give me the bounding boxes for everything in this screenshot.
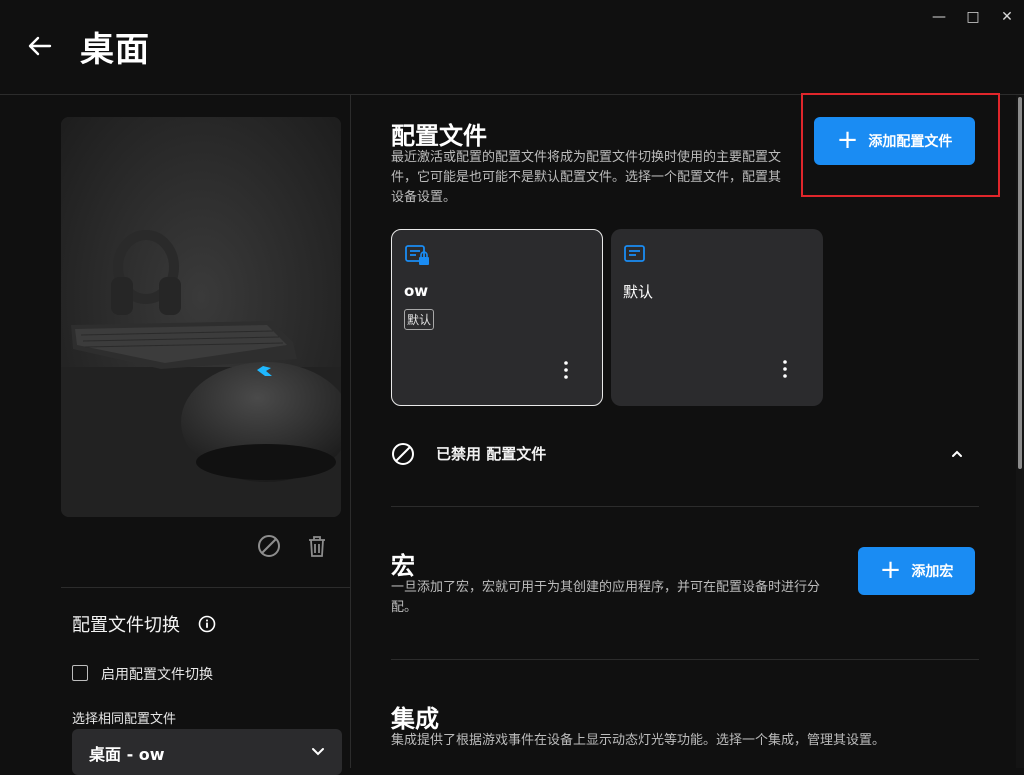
macros-description: 一旦添加了宏，宏就可用于为其创建的应用程序，并可在配置设备时进行分配。 — [391, 580, 821, 615]
left-separator — [61, 587, 350, 588]
macros-title: 宏 — [391, 552, 415, 580]
device-image — [61, 117, 341, 517]
profile-select[interactable]: 桌面 - ow — [72, 729, 342, 775]
more-vertical-icon[interactable] — [775, 357, 795, 381]
page-title: 桌面 — [80, 30, 150, 70]
back-arrow-icon[interactable] — [24, 30, 56, 62]
plus-icon: + — [879, 555, 902, 585]
profile-switch-title: 配置文件切换 — [72, 615, 180, 636]
default-badge: 默认 — [404, 309, 435, 330]
profile-card-name: ow — [404, 282, 429, 300]
info-icon[interactable] — [198, 615, 216, 633]
profile-card[interactable]: ow 默认 — [391, 229, 603, 406]
profile-card[interactable]: 默认 — [611, 229, 823, 406]
profile-select-value: 桌面 - ow — [89, 745, 165, 764]
profiles-description: 最近激活或配置的配置文件将成为配置文件切换时使用的主要配置文件，它可能是也可能不… — [391, 150, 782, 205]
panel-divider — [350, 95, 351, 768]
disabled-profiles-label: 已禁用 配置文件 — [436, 445, 547, 463]
add-profile-label: 添加配置文件 — [868, 134, 953, 150]
disabled-icon — [391, 442, 415, 470]
profile-locked-icon — [405, 244, 431, 272]
profile-icon — [624, 244, 646, 268]
more-vertical-icon[interactable] — [556, 358, 576, 382]
section-divider — [391, 506, 979, 507]
integrations-description: 集成提供了根据游戏事件在设备上显示动态灯光等功能。选择一个集成，管理其设置。 — [391, 733, 886, 748]
add-macro-label: 添加宏 — [911, 564, 954, 580]
disable-icon[interactable] — [255, 532, 283, 560]
profiles-title: 配置文件 — [391, 122, 487, 150]
integrations-title: 集成 — [391, 705, 439, 733]
select-same-label: 选择相同配置文件 — [72, 712, 177, 727]
trash-icon[interactable] — [303, 532, 331, 560]
add-profile-button[interactable]: + 添加配置文件 — [814, 117, 975, 165]
scrollbar-thumb[interactable] — [1018, 97, 1022, 469]
enable-switch-checkbox[interactable] — [72, 665, 88, 681]
add-macro-button[interactable]: + 添加宏 — [858, 547, 975, 595]
chevron-up-icon[interactable] — [949, 446, 965, 466]
profile-card-name: 默认 — [623, 283, 654, 301]
header-bar — [0, 0, 1024, 95]
plus-icon: + — [836, 125, 859, 155]
section-divider — [391, 659, 979, 660]
chevron-down-icon — [308, 741, 328, 761]
enable-switch-label: 启用配置文件切换 — [101, 667, 213, 683]
